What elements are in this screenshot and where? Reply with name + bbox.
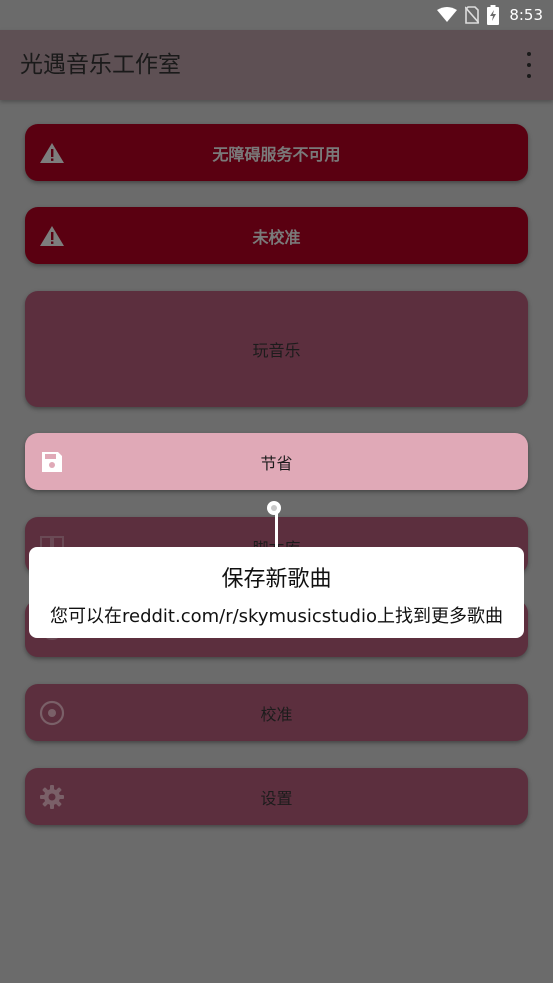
tooltip-connector: [275, 512, 278, 552]
warning-icon: [39, 223, 65, 249]
accessibility-unavailable-button[interactable]: 无障碍服务不可用: [25, 124, 528, 181]
app-title: 光遇音乐工作室: [20, 52, 181, 78]
play-music-button[interactable]: 玩音乐: [25, 291, 528, 407]
save-icon: [39, 449, 65, 475]
tooltip-body: 您可以在reddit.com/r/skymusicstudio上找到更多歌曲: [50, 606, 503, 627]
tooltip-card[interactable]: 保存新歌曲 您可以在reddit.com/r/skymusicstudio上找到…: [29, 547, 524, 638]
play-music-label: 玩音乐: [252, 341, 301, 360]
app-bar: 光遇音乐工作室: [0, 30, 553, 100]
accessibility-unavailable-label: 无障碍服务不可用: [212, 144, 341, 164]
wifi-icon: [437, 7, 458, 23]
tooltip-title: 保存新歌曲: [221, 567, 332, 592]
gear-icon: [39, 784, 65, 810]
save-button[interactable]: 节省: [25, 433, 528, 490]
settings-label: 设置: [260, 788, 293, 808]
calibrate-button[interactable]: 校准: [25, 684, 528, 741]
no-sim-icon: [465, 6, 480, 24]
more-vert-icon[interactable]: [519, 52, 539, 78]
not-calibrated-label: 未校准: [252, 227, 301, 247]
save-label: 节省: [260, 453, 293, 473]
battery-charging-icon: [487, 5, 500, 25]
clock: 8:53: [509, 6, 543, 24]
warning-icon: [39, 140, 65, 166]
not-calibrated-button[interactable]: 未校准: [25, 207, 528, 264]
tooltip-anchor-dot: [267, 501, 281, 515]
settings-button[interactable]: 设置: [25, 768, 528, 825]
calibrate-label: 校准: [260, 704, 293, 724]
status-bar: 8:53: [0, 0, 553, 30]
target-icon: [39, 700, 65, 726]
